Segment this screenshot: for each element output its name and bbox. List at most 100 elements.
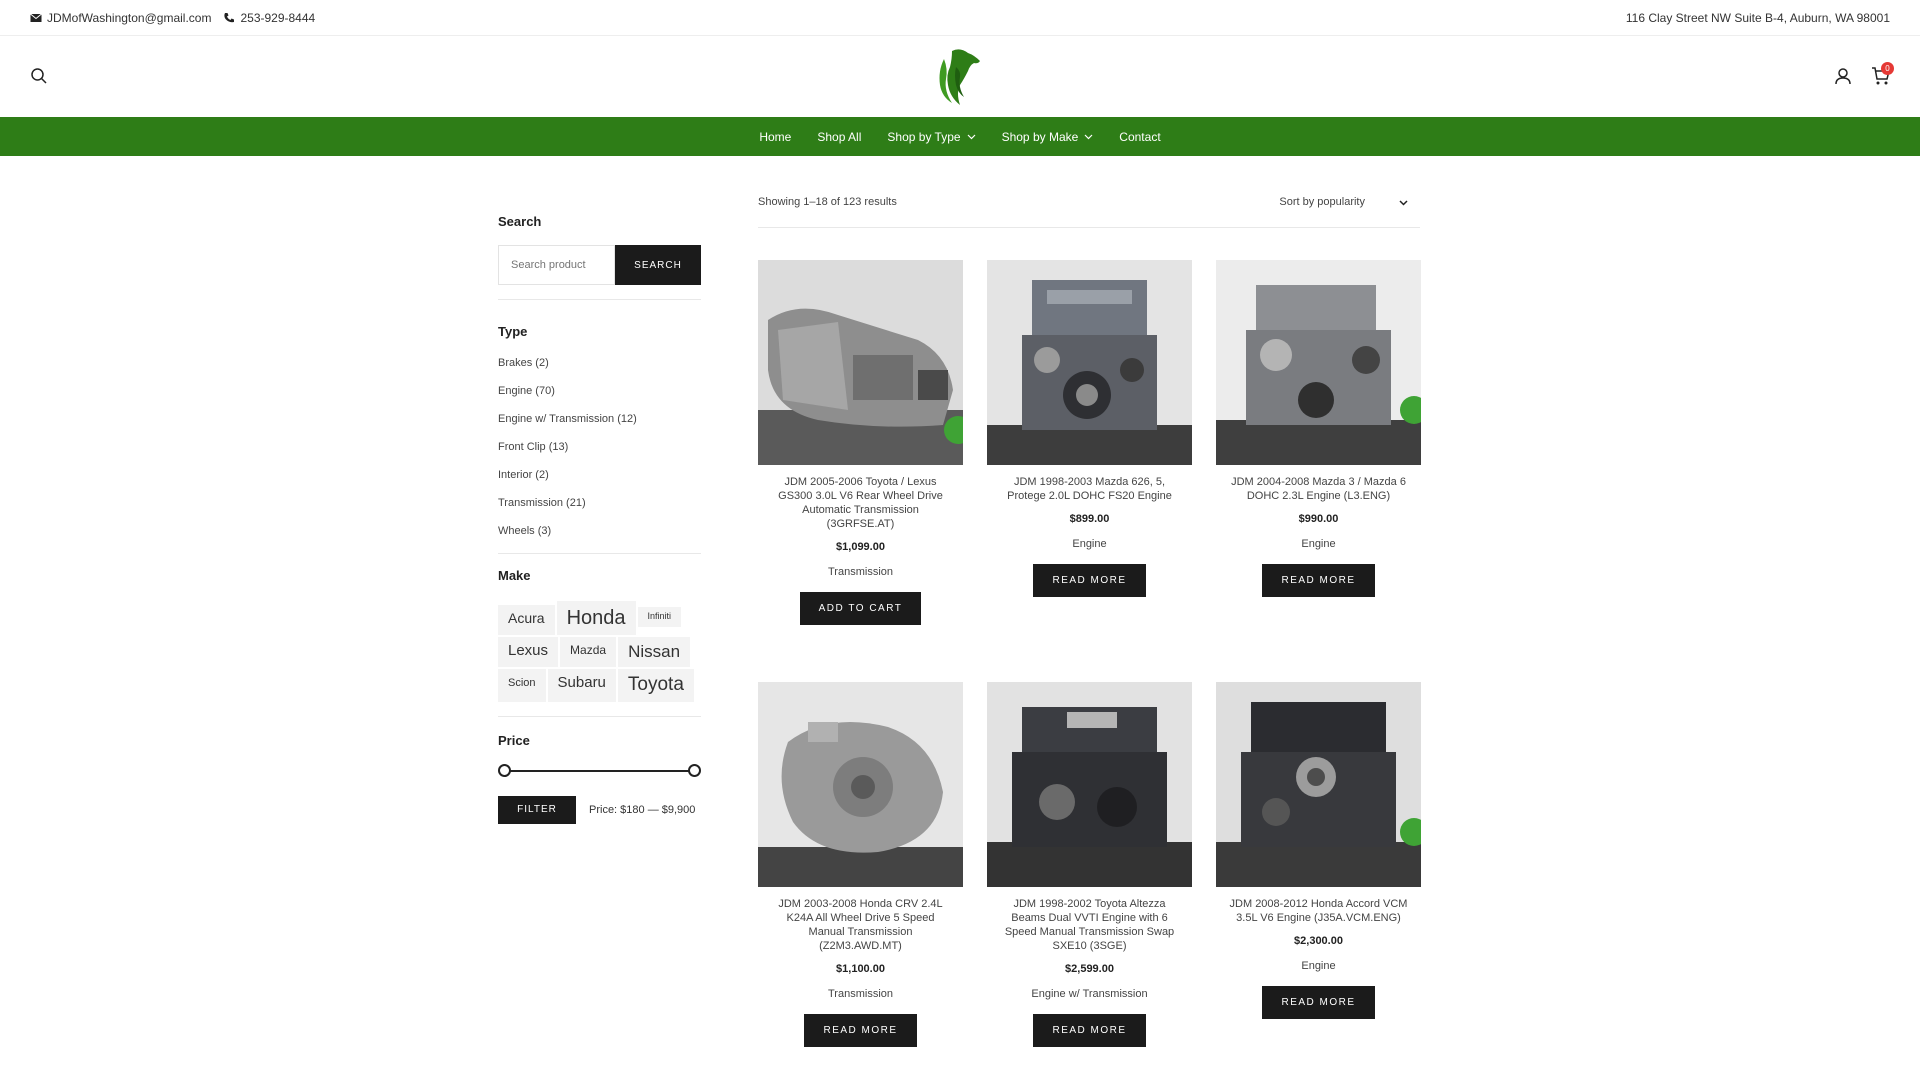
type-filter-brakes[interactable]: Brakes (2) xyxy=(498,357,701,385)
shop-toolbar: Showing 1–18 of 123 results Sort by popu… xyxy=(758,196,1420,228)
product-image[interactable] xyxy=(987,260,1192,465)
make-tag-scion[interactable]: Scion xyxy=(498,669,546,702)
product-card: JDM 1998-2002 Toyota Altezza Beams Dual … xyxy=(987,682,1192,1047)
email-link[interactable]: JDMofWashington@gmail.com xyxy=(30,11,211,25)
product-search-form: SEARCH xyxy=(498,245,701,285)
product-title[interactable]: JDM 2008-2012 Honda Accord VCM 3.5L V6 E… xyxy=(1216,897,1421,925)
product-card: JDM 1998-2003 Mazda 626, 5, Protege 2.0L… xyxy=(987,260,1192,597)
product-search-input[interactable] xyxy=(498,245,615,285)
nav-home-label: Home xyxy=(759,129,792,144)
product-card: JDM 2005-2006 Toyota / Lexus GS300 3.0L … xyxy=(758,260,963,625)
product-price: $2,599.00 xyxy=(1065,963,1114,975)
product-category: Engine xyxy=(1072,538,1107,550)
transmission-photo xyxy=(758,682,963,887)
search-button[interactable]: SEARCH xyxy=(615,245,701,285)
read-more-button[interactable]: READ MORE xyxy=(1262,564,1375,597)
product-image[interactable] xyxy=(987,682,1192,887)
product-card: JDM 2004-2008 Mazda 3 / Mazda 6 DOHC 2.3… xyxy=(1216,260,1421,597)
product-price: $2,300.00 xyxy=(1294,935,1343,947)
add-to-cart-button[interactable]: ADD TO CART xyxy=(799,592,922,625)
product-card: JDM 2008-2012 Honda Accord VCM 3.5L V6 E… xyxy=(1216,682,1421,1019)
type-filter-engine-w-transmission[interactable]: Engine w/ Transmission (12) xyxy=(498,413,701,441)
email-text: JDMofWashington@gmail.com xyxy=(47,11,212,25)
make-tag-toyota[interactable]: Toyota xyxy=(617,669,694,702)
price-range-slider[interactable] xyxy=(498,763,701,779)
phone-icon xyxy=(224,13,235,23)
product-price: $1,099.00 xyxy=(836,541,885,553)
type-filter-transmission[interactable]: Transmission (21) xyxy=(498,497,701,525)
nav-shop-all[interactable]: Shop All xyxy=(817,130,861,144)
product-title[interactable]: JDM 1998-2003 Mazda 626, 5, Protege 2.0L… xyxy=(987,475,1192,503)
divider xyxy=(498,299,701,300)
nav-contact[interactable]: Contact xyxy=(1119,130,1160,144)
chevron-down-icon xyxy=(967,134,976,140)
engine-photo xyxy=(987,682,1192,887)
account-icon[interactable] xyxy=(1834,67,1852,85)
make-tag-mazda[interactable]: Mazda xyxy=(560,637,617,668)
read-more-button[interactable]: READ MORE xyxy=(1262,986,1375,1019)
type-filter-wheels[interactable]: Wheels (3) xyxy=(498,525,701,553)
make-tag-cloud: Acura Honda Infiniti Lexus Mazda Nissan … xyxy=(498,601,701,702)
price-widget-title: Price xyxy=(498,732,530,748)
product-price: $899.00 xyxy=(1069,513,1110,525)
chevron-down-icon xyxy=(1084,134,1093,140)
price-slider-max-handle[interactable] xyxy=(688,763,701,777)
envelope-icon xyxy=(30,13,42,22)
sort-select[interactable]: Sort by popularity xyxy=(1279,196,1408,208)
make-widget-title: Make xyxy=(498,568,531,583)
product-category: Engine xyxy=(1301,960,1336,972)
store-address: 116 Clay Street NW Suite B-4, Auburn, WA… xyxy=(1625,11,1890,25)
nav-shop-by-make-label: Shop by Make xyxy=(1001,129,1079,144)
price-range-label: Price: $180 — $9,900 xyxy=(589,803,696,816)
make-tag-nissan[interactable]: Nissan xyxy=(618,637,691,668)
make-tag-honda[interactable]: Honda xyxy=(556,601,636,635)
product-category: Transmission xyxy=(828,566,893,578)
product-title[interactable]: JDM 2003-2008 Honda CRV 2.4L K24A All Wh… xyxy=(758,897,963,953)
make-tag-infiniti[interactable]: Infiniti xyxy=(637,607,682,627)
make-tag-acura[interactable]: Acura xyxy=(498,605,555,635)
engine-photo xyxy=(1216,682,1421,887)
site-header: 0 xyxy=(0,36,1920,117)
transmission-photo xyxy=(758,260,963,465)
type-filter-front-clip[interactable]: Front Clip (13) xyxy=(498,441,701,469)
price-slider-track xyxy=(504,769,695,772)
nav-shop-all-label: Shop All xyxy=(817,129,862,144)
product-price: $1,100.00 xyxy=(836,963,885,975)
type-filter-engine[interactable]: Engine (70) xyxy=(498,385,701,413)
nav-contact-label: Contact xyxy=(1119,129,1161,144)
product-title[interactable]: JDM 1998-2002 Toyota Altezza Beams Dual … xyxy=(987,897,1192,953)
nav-home[interactable]: Home xyxy=(759,130,791,144)
divider xyxy=(498,553,701,554)
main-nav: Home Shop All Shop by Type Shop by Make … xyxy=(0,117,1920,156)
filter-button[interactable]: FILTER xyxy=(498,795,576,824)
search-widget-title: Search xyxy=(498,214,542,229)
product-image[interactable] xyxy=(758,260,963,465)
nav-shop-by-type-label: Shop by Type xyxy=(887,129,961,144)
search-icon[interactable] xyxy=(30,67,48,85)
type-filter-interior[interactable]: Interior (2) xyxy=(498,469,701,497)
cart-count-badge: 0 xyxy=(1881,62,1894,75)
product-image[interactable] xyxy=(1216,682,1421,887)
product-image[interactable] xyxy=(758,682,963,887)
product-category: Engine w/ Transmission xyxy=(1031,988,1148,1000)
product-category: Engine xyxy=(1301,538,1336,550)
make-tag-lexus[interactable]: Lexus xyxy=(498,637,559,668)
product-title[interactable]: JDM 2005-2006 Toyota / Lexus GS300 3.0L … xyxy=(758,475,963,531)
read-more-button[interactable]: READ MORE xyxy=(1033,564,1146,597)
product-price: $990.00 xyxy=(1298,513,1339,525)
nav-shop-by-make[interactable]: Shop by Make xyxy=(1002,130,1094,144)
type-filter-list: Brakes (2) Engine (70) Engine w/ Transmi… xyxy=(498,357,701,553)
top-bar: JDMofWashington@gmail.com 253-929-8444 1… xyxy=(0,0,1920,36)
horse-logo[interactable] xyxy=(934,45,986,109)
read-more-button[interactable]: READ MORE xyxy=(1033,1014,1146,1047)
read-more-button[interactable]: READ MORE xyxy=(804,1014,917,1047)
price-slider-min-handle[interactable] xyxy=(498,763,511,777)
engine-photo xyxy=(987,260,1192,465)
product-image[interactable] xyxy=(1216,260,1421,465)
product-title[interactable]: JDM 2004-2008 Mazda 3 / Mazda 6 DOHC 2.3… xyxy=(1216,475,1421,503)
sort-select-value: Sort by popularity xyxy=(1279,196,1365,208)
result-count: Showing 1–18 of 123 results xyxy=(758,196,897,208)
phone-link[interactable]: 253-929-8444 xyxy=(223,11,315,25)
nav-shop-by-type[interactable]: Shop by Type xyxy=(887,129,976,144)
make-tag-subaru[interactable]: Subaru xyxy=(547,669,616,702)
